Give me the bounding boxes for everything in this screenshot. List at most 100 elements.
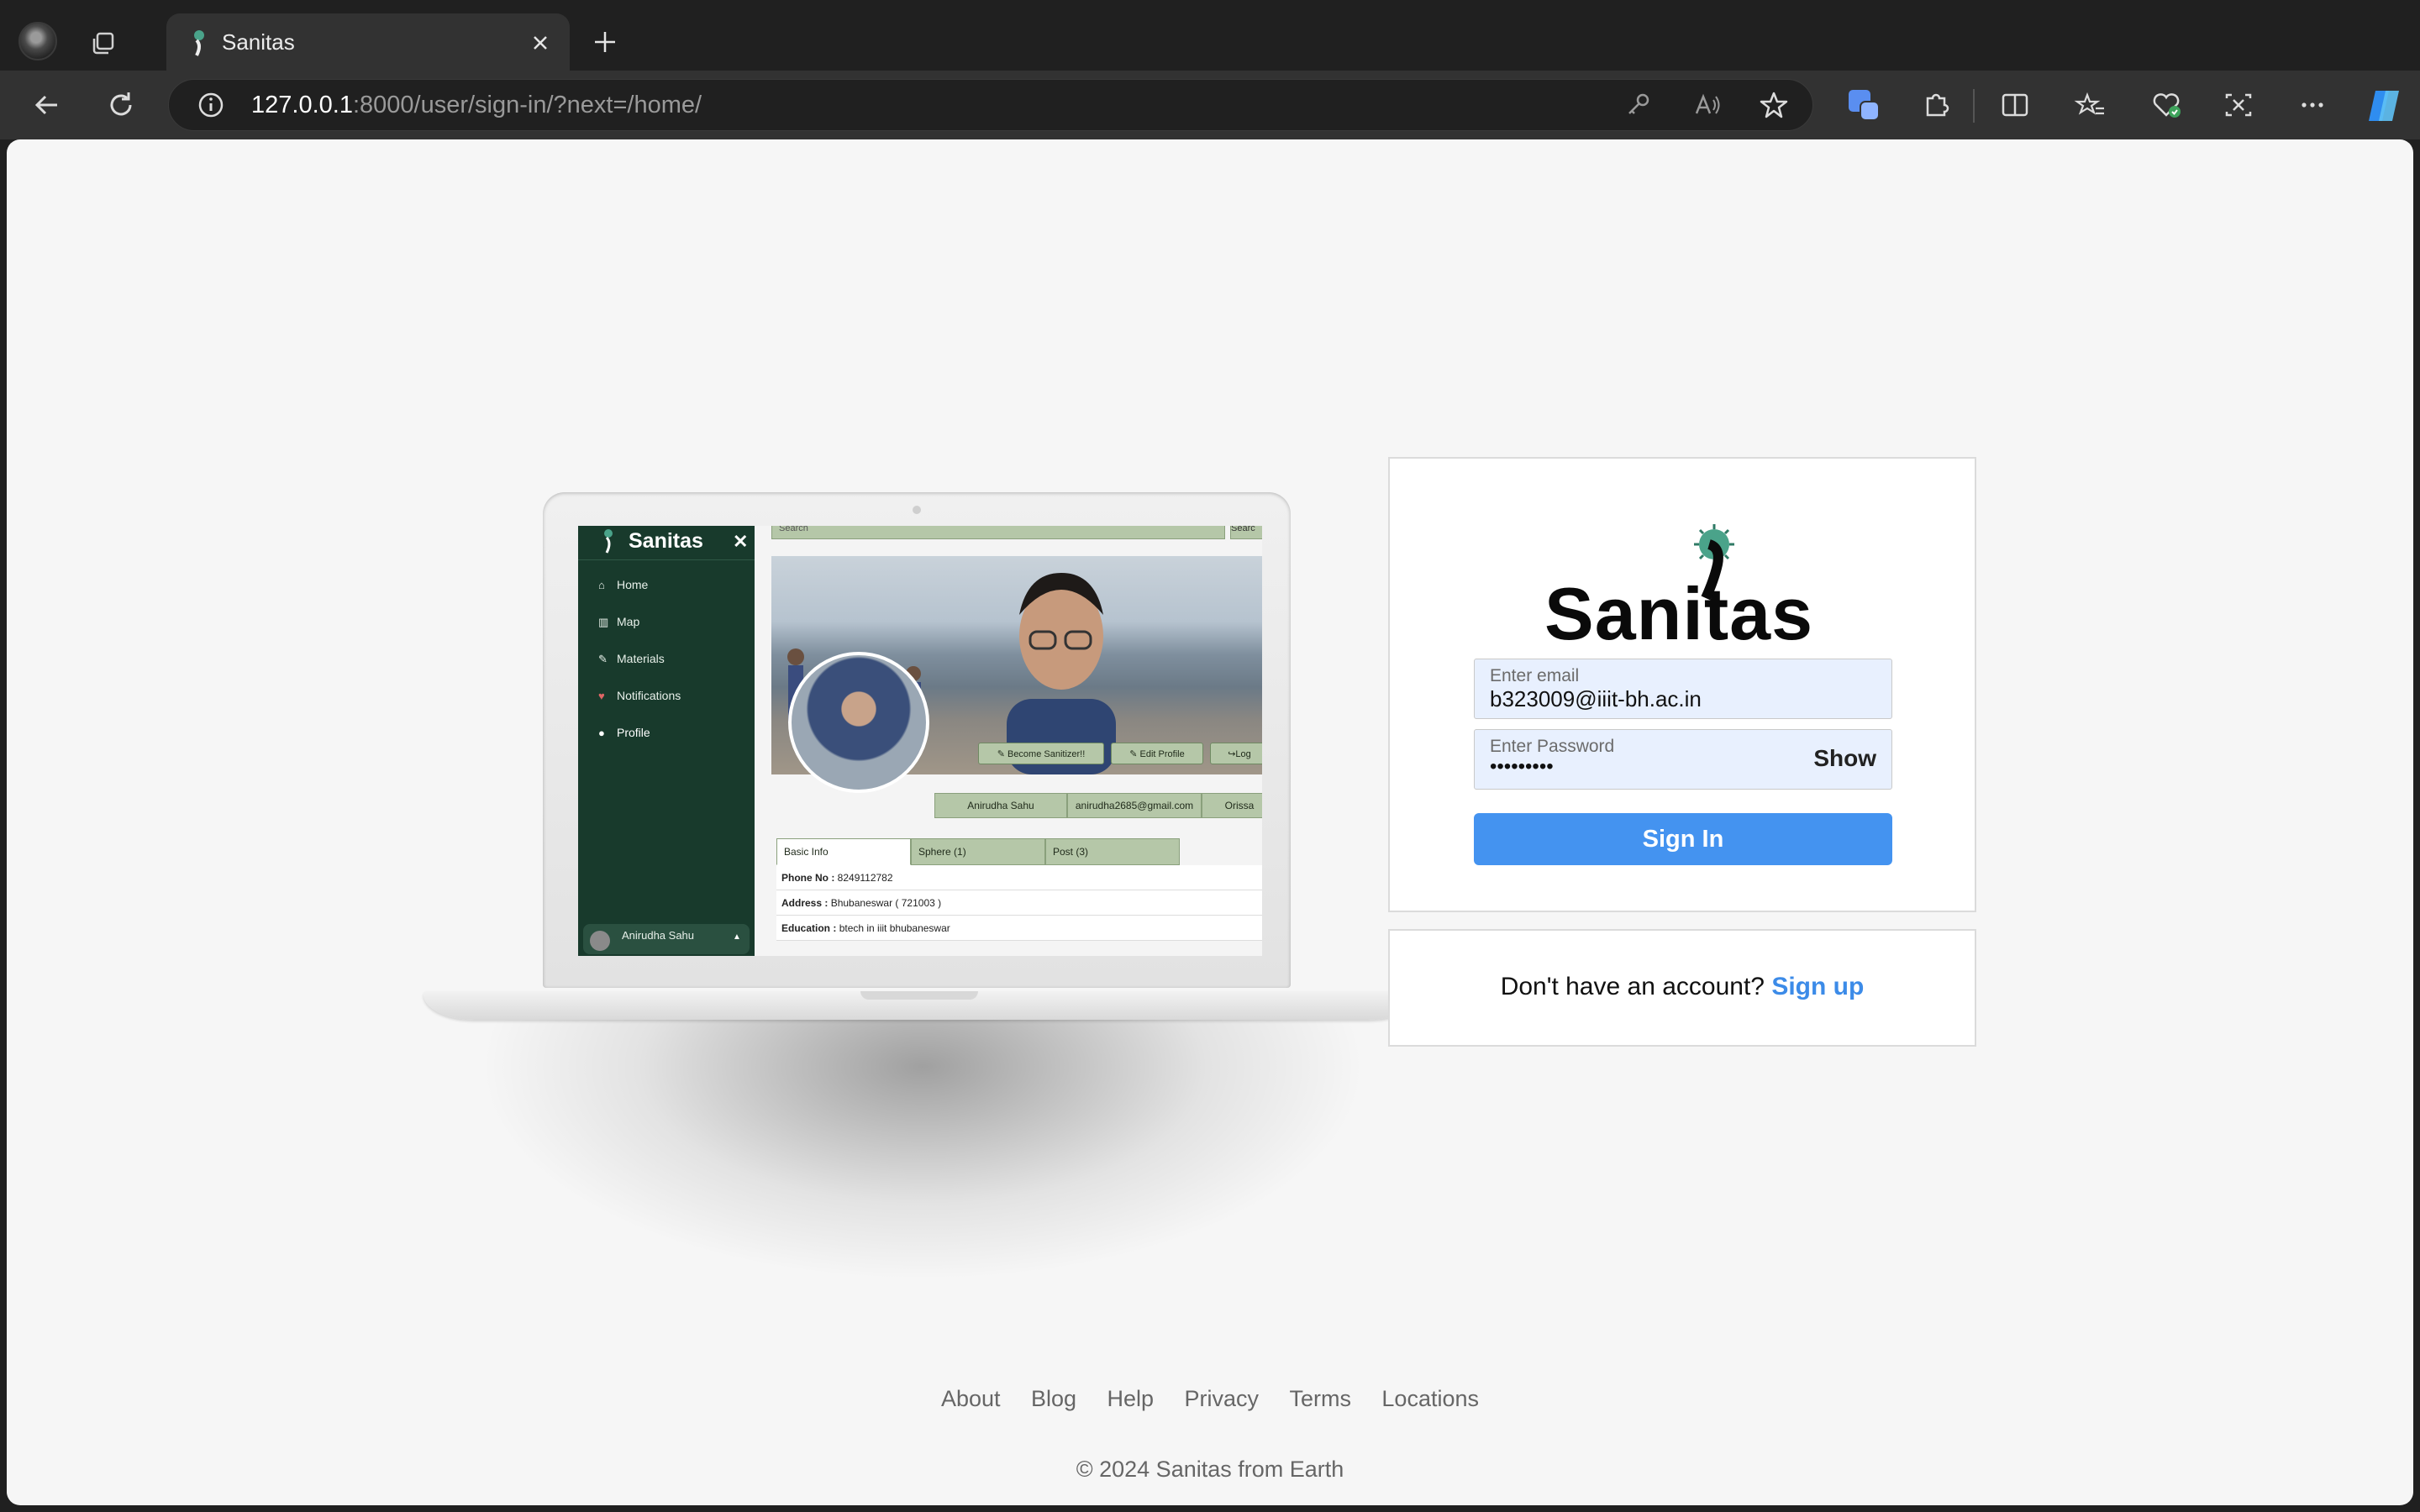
url-host: 127.0.0.1 [251, 92, 353, 118]
mock-close-icon: ✕ [733, 531, 749, 552]
logo-text: Sanitas [1544, 572, 1814, 655]
mock-person-photo [1007, 573, 1116, 774]
mock-nav-label: Map [617, 615, 640, 628]
profile-avatar[interactable] [18, 22, 57, 60]
mock-become-button: ✎ Become Sanitizer!! [978, 743, 1104, 764]
footer-link-locations[interactable]: Locations [1381, 1386, 1479, 1412]
laptop-lid: Sanitas ✕ ⌂ Home ▥ Map ✎ Materials ♥ Notific… [543, 492, 1291, 988]
signup-prompt-text: Don't have an account? [1500, 973, 1765, 1000]
mock-row-label: Education : [781, 922, 837, 934]
page-viewport: Sanitas ✕ ⌂ Home ▥ Map ✎ Materials ♥ Notific… [7, 139, 2413, 1505]
close-tab-icon[interactable] [528, 30, 553, 55]
sanitas-logo: Sanitas [1544, 519, 1830, 655]
email-label: Enter email [1490, 666, 1580, 685]
address-bar[interactable]: 127.0.0.1:8000/user/sign-in/?next=/home/ [168, 79, 1813, 131]
laptop-mockup-image: Sanitas ✕ ⌂ Home ▥ Map ✎ Materials ♥ Notific… [424, 492, 1418, 1080]
mock-tab-sphere: Sphere (1) [911, 838, 1045, 865]
mock-main: Search Searc ✎ Become Sanitizer!! ✎ Edit… [755, 526, 1262, 956]
favorites-icon[interactable] [2072, 87, 2109, 123]
user-icon: ● [598, 727, 605, 739]
mock-profile-avatar [788, 652, 929, 793]
mock-user-chip: Anirudha Sahu ▲ [583, 924, 750, 954]
mock-row-label: Phone No : [781, 872, 835, 884]
footer-link-help[interactable]: Help [1107, 1386, 1155, 1412]
toolbar-separator [1973, 89, 1975, 123]
email-value[interactable]: b323009@iiit-bh.ac.in [1490, 686, 1702, 712]
laptop-notch [860, 991, 978, 1000]
browser-essentials-icon[interactable] [2148, 87, 2185, 123]
mock-tab-post: Post (3) [1045, 838, 1180, 865]
mock-nav-home: ⌂ Home [598, 578, 648, 591]
mock-row-value: 8249112782 [837, 872, 893, 884]
read-aloud-icon[interactable] [1688, 87, 1725, 123]
password-field[interactable]: Enter Password ••••••••• Show [1474, 729, 1892, 790]
laptop-screen: Sanitas ✕ ⌂ Home ▥ Map ✎ Materials ♥ Notific… [578, 526, 1262, 956]
reload-icon[interactable] [103, 87, 139, 123]
sign-up-link[interactable]: Sign up [1771, 973, 1864, 1000]
extensions-puzzle-icon[interactable] [1918, 87, 1954, 123]
signup-card: Don't have an account? Sign up [1388, 929, 1976, 1047]
mock-info-state: Orissa [1202, 793, 1262, 818]
copyright: © 2024 Sanitas from Earth [1076, 1457, 1344, 1482]
tab-actions-icon[interactable] [87, 25, 121, 59]
mock-nav-profile: ● Profile [598, 726, 650, 739]
show-password-button[interactable]: Show [1813, 745, 1876, 772]
mock-tab-basic-info: Basic Info [776, 838, 911, 865]
mock-search: Search [771, 526, 1225, 539]
footer-link-blog[interactable]: Blog [1031, 1386, 1076, 1412]
laptop-camera [913, 506, 921, 514]
mock-divider [578, 559, 755, 560]
mock-nav-label: Notifications [617, 689, 681, 702]
mock-row-label: Address : [781, 897, 829, 909]
url-path: :8000/user/sign-in/?next=/home/ [352, 92, 702, 118]
copilot-icon[interactable] [2363, 85, 2405, 127]
back-icon[interactable] [29, 87, 66, 123]
active-tab[interactable]: Sanitas [166, 13, 570, 71]
mock-row-address: Address : Bhubaneswar ( 721003 ) [776, 890, 1262, 916]
mock-info-name: Anirudha Sahu [934, 793, 1067, 818]
footer-link-terms[interactable]: Terms [1289, 1386, 1351, 1412]
sanitas-favicon-icon [185, 29, 210, 57]
login-card: Sanitas Enter email b323009@iiit-bh.ac.i… [1388, 457, 1976, 912]
mock-nav-label: Home [617, 578, 649, 591]
footer-link-privacy[interactable]: Privacy [1184, 1386, 1259, 1412]
mock-search-button: Searc [1230, 526, 1262, 539]
mock-row-value: Bhubaneswar ( 721003 ) [830, 897, 942, 909]
laptop-base [424, 991, 1418, 1020]
password-key-icon[interactable] [1619, 87, 1656, 123]
mock-sidebar: Sanitas ✕ ⌂ Home ▥ Map ✎ Materials ♥ Notific… [578, 526, 755, 956]
password-label: Enter Password [1490, 737, 1615, 756]
browser-toolbar: 127.0.0.1:8000/user/sign-in/?next=/home/ [0, 71, 2420, 139]
mock-user-avatar [590, 931, 610, 951]
tab-title: Sanitas [222, 29, 295, 55]
new-tab-icon[interactable] [588, 25, 622, 59]
mock-row-value: btech in iiit bhubaneswar [839, 922, 950, 934]
screenshot-icon[interactable] [2220, 87, 2257, 123]
url-text: 127.0.0.1:8000/user/sign-in/?next=/home/ [251, 92, 702, 119]
split-screen-icon[interactable] [1996, 87, 2033, 123]
mock-nav-label: Materials [617, 652, 665, 665]
heart-icon: ♥ [598, 690, 605, 702]
mock-row-education: Education : btech in iiit bhubaneswar [776, 916, 1262, 941]
mock-nav-notifications: ♥ Notifications [598, 689, 681, 702]
pin-icon: ✎ [598, 653, 608, 665]
site-info-icon[interactable] [192, 87, 229, 123]
mock-user-name: Anirudha Sahu [622, 929, 695, 942]
mock-brand-icon [598, 528, 617, 556]
password-value[interactable]: ••••••••• [1490, 755, 1554, 779]
footer-link-about[interactable]: About [941, 1386, 1001, 1412]
email-field[interactable]: Enter email b323009@iiit-bh.ac.in [1474, 659, 1892, 719]
favorite-star-icon[interactable] [1755, 87, 1792, 123]
extension-app-icon[interactable] [1845, 87, 1882, 123]
sign-in-button[interactable]: Sign In [1474, 813, 1892, 865]
mock-info-email: anirudha2685@gmail.com [1067, 793, 1202, 818]
tab-strip: Sanitas [0, 0, 2420, 71]
mock-logout-button: ↪Log [1210, 743, 1262, 764]
mock-nav-label: Profile [617, 726, 650, 739]
mock-nav-materials: ✎ Materials [598, 652, 665, 666]
map-icon: ▥ [598, 616, 609, 628]
mock-nav-map: ▥ Map [598, 615, 639, 629]
home-icon: ⌂ [598, 579, 605, 591]
mock-brand: Sanitas [629, 529, 703, 553]
more-options-icon[interactable] [2294, 87, 2331, 123]
